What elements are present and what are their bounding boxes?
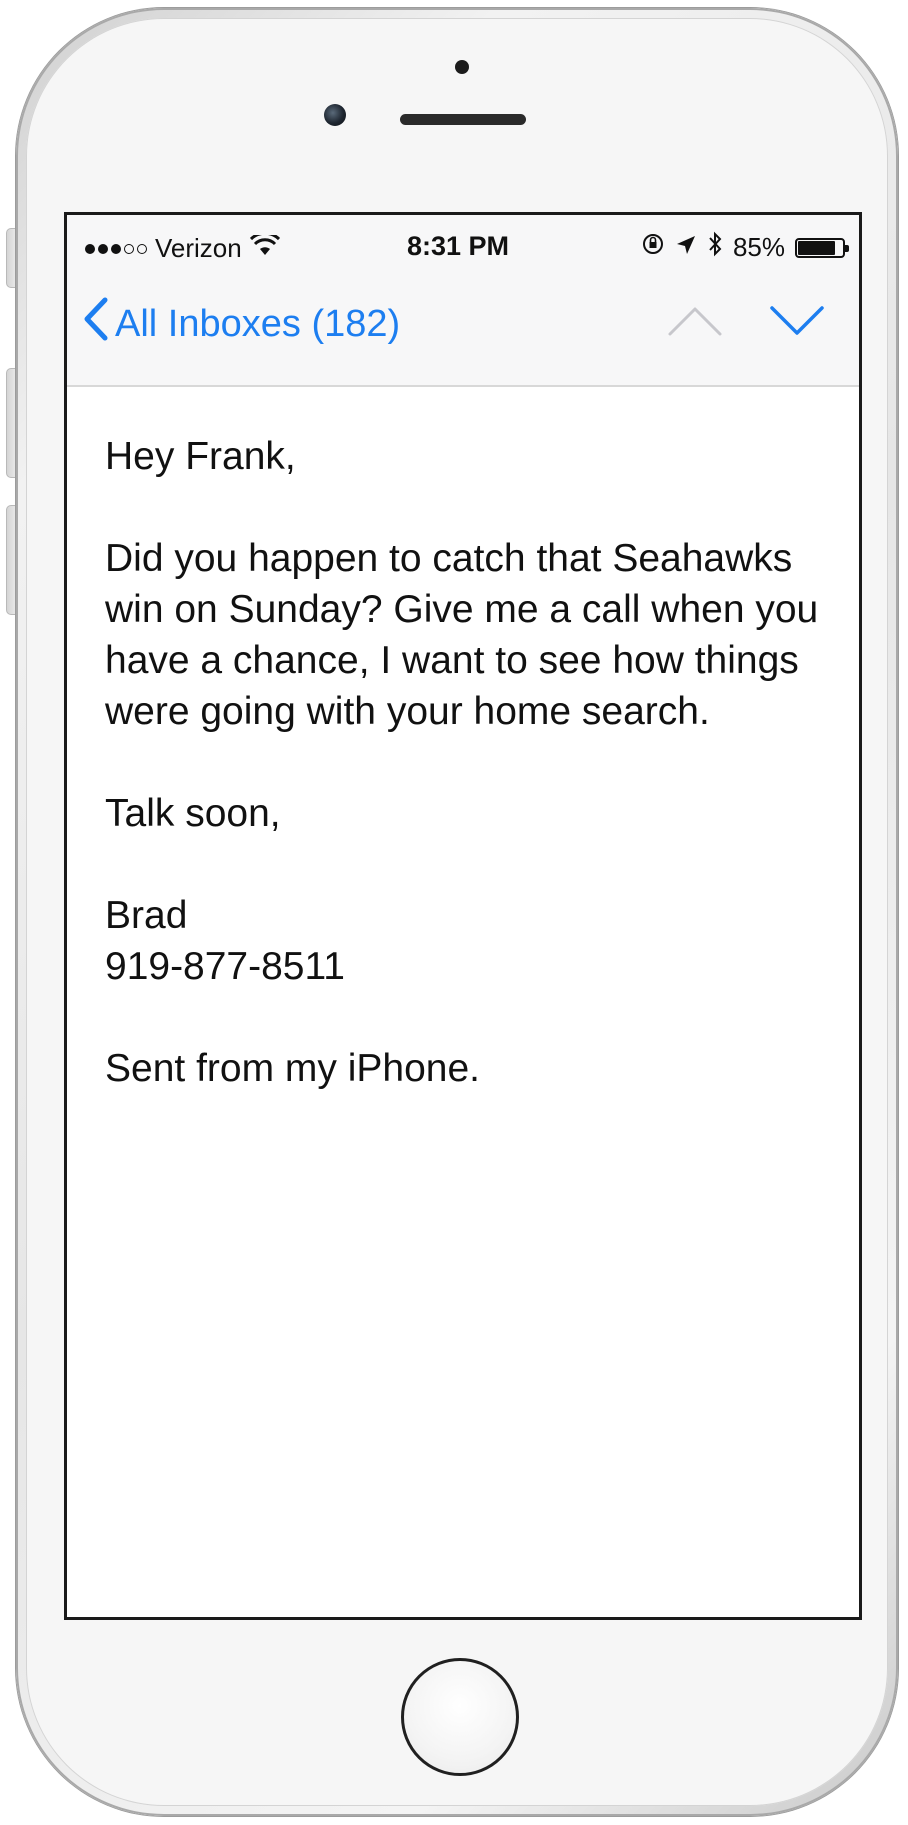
status-time: 8:31 PM xyxy=(407,231,510,261)
front-camera xyxy=(324,104,346,126)
bluetooth-icon xyxy=(707,231,723,264)
phone-screen: Verizon 8:31 PM 85% All Inboxes (182) He… xyxy=(64,212,862,1620)
chevron-left-icon xyxy=(83,297,109,351)
battery-icon xyxy=(795,237,849,258)
phone-mockup: Verizon 8:31 PM 85% All Inboxes (182) He… xyxy=(0,0,908,1825)
battery-tip xyxy=(845,244,849,252)
battery-percent: 85% xyxy=(732,232,785,262)
next-message-button[interactable] xyxy=(769,305,825,342)
message-footer: Sent from my iPhone. xyxy=(105,1047,480,1090)
earpiece-speaker xyxy=(400,114,526,125)
nav-row: All Inboxes (182) xyxy=(67,275,859,383)
message-body: Hey Frank, Did you happen to catch that … xyxy=(105,431,829,1094)
status-left: Verizon xyxy=(85,231,280,264)
message-paragraph: Did you happen to catch that Seahawks wi… xyxy=(105,537,819,733)
proximity-sensor xyxy=(455,60,469,74)
location-arrow-icon xyxy=(675,232,697,263)
home-button[interactable] xyxy=(401,1658,519,1776)
status-bar: Verizon 8:31 PM 85% xyxy=(67,215,859,275)
rotation-lock-icon xyxy=(641,232,665,263)
battery-level-fill xyxy=(798,240,836,255)
back-label: All Inboxes (182) xyxy=(115,302,401,345)
status-right: 85% xyxy=(641,231,849,264)
back-to-inboxes-button[interactable]: All Inboxes (182) xyxy=(83,297,400,351)
mail-navigation-bar: Verizon 8:31 PM 85% All Inboxes (182) xyxy=(67,215,859,387)
wifi-icon xyxy=(249,231,280,264)
signature-phone[interactable]: 919-877-8511 xyxy=(105,941,829,992)
message-signature: Brad 919-877-8511 xyxy=(105,890,829,992)
signal-strength-icon xyxy=(85,243,147,254)
previous-message-button[interactable] xyxy=(667,305,723,342)
chevron-up-icon xyxy=(667,307,723,341)
signature-name: Brad xyxy=(105,894,188,937)
carrier-label: Verizon xyxy=(155,233,242,263)
message-greeting: Hey Frank, xyxy=(105,435,296,478)
chevron-down-icon xyxy=(769,306,825,341)
message-closing: Talk soon, xyxy=(105,792,281,835)
